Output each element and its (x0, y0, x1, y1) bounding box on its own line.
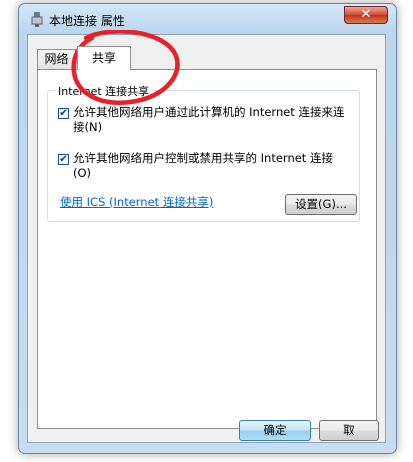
cancel-button[interactable]: 取 (319, 420, 379, 441)
ok-button[interactable]: 确定 (239, 420, 311, 441)
allow-control-checkbox[interactable]: ✔ (58, 154, 69, 165)
close-button[interactable]: ✕ (344, 6, 388, 24)
tab-sharing[interactable]: 共享 (77, 46, 131, 70)
allow-connect-label: 允许其他网络用户通过此计算机的 Internet 连接来连接(N) (73, 105, 345, 134)
allow-connect-checkbox[interactable]: ✔ (58, 108, 69, 119)
allow-control-label: 允许其他网络用户控制或禁用共享的 Internet 连接(O) (73, 151, 333, 180)
ics-groupbox: Internet 连接共享 ✔ 允许其他网络用户通过此计算机的 Internet… (47, 83, 360, 222)
window-title: 本地连接 属性 (49, 14, 125, 28)
sharing-tab-panel: Internet 连接共享 ✔ 允许其他网络用户通过此计算机的 Internet… (37, 69, 377, 429)
ics-help-link[interactable]: 使用 ICS (Internet 连接共享) (60, 194, 213, 210)
network-adapter-icon (31, 12, 43, 27)
settings-button[interactable]: 设置(G)... (285, 194, 357, 215)
